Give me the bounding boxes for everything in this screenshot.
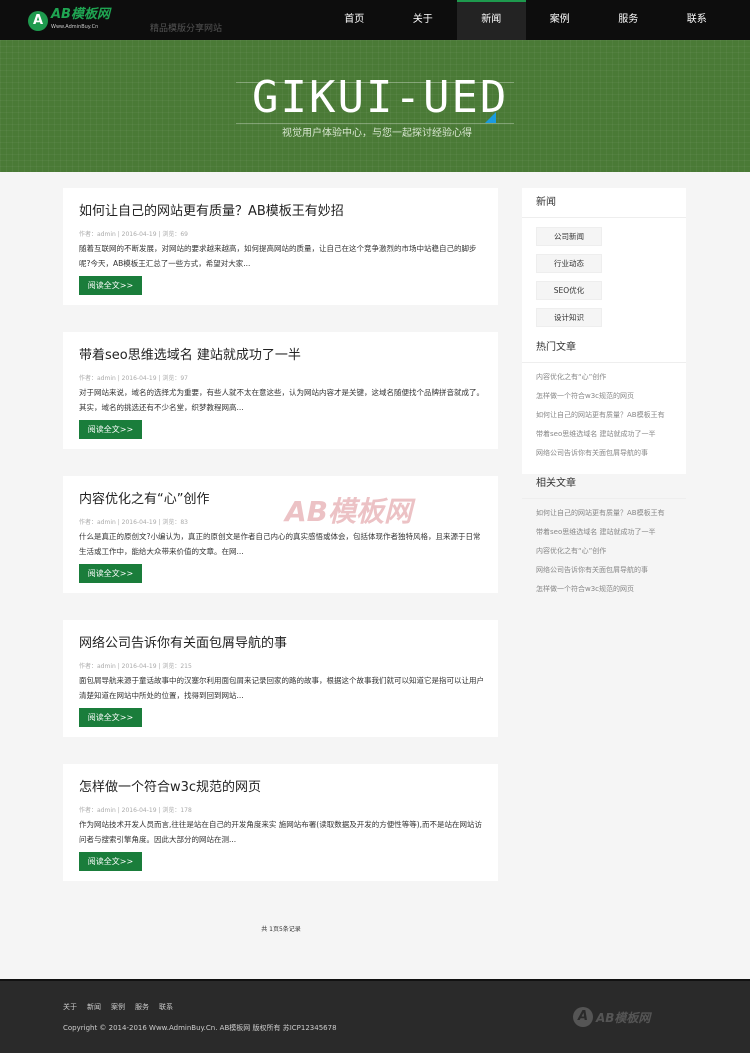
menu-news[interactable]: 新闻 — [457, 0, 526, 40]
copyright: Copyright © 2014-2016 Www.AdminBuy.Cn. A… — [63, 1024, 337, 1032]
tag-design[interactable]: 设计知识 — [536, 308, 602, 327]
post-title[interactable]: 网络公司告诉你有关面包屑导航的事 — [79, 632, 287, 651]
sidebar: 新闻 公司新闻 行业动态 SEO优化 设计知识 热门文章 内容优化之有“心”创作… — [522, 188, 686, 593]
footer-logo-text: AB模板网 — [596, 1010, 651, 1025]
banner: GIKUI-UED 视觉用户体验中心，与您一起探讨经验心得 — [0, 40, 750, 172]
post-card: 如何让自己的网站更有质量？AB模板王有妙招 作者：admin | 2016-04… — [63, 188, 498, 305]
read-more-button[interactable]: 阅读全文>> — [79, 564, 142, 583]
related-article-link[interactable]: 如何让自己的网站更有质量？AB模板王有 — [536, 504, 686, 523]
footer: 关于 新闻 案例 服务 联系 Copyright © 2014-2016 Www… — [0, 979, 750, 1053]
related-article-link[interactable]: 网络公司告诉你有关面包屑导航的事 — [536, 561, 686, 580]
related-article-link[interactable]: 怎样做一个符合w3c规范的网页 — [536, 580, 686, 599]
related-article-link[interactable]: 内容优化之有“心”创作 — [536, 542, 686, 561]
post-card: 带着seo思维选域名 建站就成功了一半 作者：admin | 2016-04-1… — [63, 332, 498, 449]
hot-articles-list: 内容优化之有“心”创作 怎样做一个符合w3c规范的网页 如何让自己的网站更有质量… — [522, 363, 686, 463]
main-menu: 首页 关于 新闻 案例 服务 联系 — [320, 0, 731, 40]
menu-cases[interactable]: 案例 — [526, 0, 595, 40]
banner-triangle-icon — [485, 112, 496, 123]
hot-article-link[interactable]: 如何让自己的网站更有质量？AB模板王有 — [536, 406, 686, 425]
banner-subtitle: 视觉用户体验中心，与您一起探讨经验心得 — [282, 128, 472, 139]
footer-link-services[interactable]: 服务 — [135, 1002, 149, 1012]
footer-links: 关于 新闻 案例 服务 联系 — [63, 1002, 173, 1012]
related-article-link[interactable]: 带着seo思维选域名 建站就成功了一半 — [536, 523, 686, 542]
post-card: 内容优化之有“心”创作 作者：admin | 2016-04-19 | 浏览：8… — [63, 476, 498, 593]
logo-icon: A — [28, 11, 48, 31]
related-articles-title: 相关文章 — [522, 469, 686, 499]
post-excerpt: 什么是真正的原创文?小编认为，真正的原创文是作者自己内心的真实感悟或体会，包括体… — [79, 532, 481, 556]
read-more-button[interactable]: 阅读全文>> — [79, 276, 142, 295]
menu-about[interactable]: 关于 — [389, 0, 458, 40]
post-title[interactable]: 内容优化之有“心”创作 — [79, 488, 209, 507]
site-logo[interactable]: A AB模板网 Www.AdminBuy.Cn — [28, 7, 110, 33]
tag-seo[interactable]: SEO优化 — [536, 281, 602, 300]
hot-articles-title: 热门文章 — [522, 333, 686, 363]
news-categories: 公司新闻 行业动态 SEO优化 设计知识 — [522, 218, 686, 333]
read-more-button[interactable]: 阅读全文>> — [79, 852, 142, 871]
post-title[interactable]: 带着seo思维选域名 建站就成功了一半 — [79, 344, 301, 363]
post-title[interactable]: 如何让自己的网站更有质量？AB模板王有妙招 — [79, 200, 344, 219]
post-excerpt: 对于网站来说，域名的选择尤为重要，有些人就不太在意这些，认为网站内容才是关键，这… — [79, 388, 484, 412]
hot-article-link[interactable]: 带着seo思维选域名 建站就成功了一半 — [536, 425, 686, 444]
banner-title: GIKUI-UED — [252, 72, 509, 123]
post-excerpt: 面包屑导航来源于童话故事中的汉塞尔利用面包屑来记录回家的路的故事，根据这个故事我… — [79, 676, 484, 700]
hot-article-link[interactable]: 怎样做一个符合w3c规范的网页 — [536, 387, 686, 406]
watermark: AB模板网 — [285, 495, 413, 528]
slogan: 精品模版分享网站 — [150, 24, 223, 34]
post-excerpt: 随着互联网的不断发展，对网站的要求越来越高，如何提高网站的质量，让自己在这个竞争… — [79, 244, 477, 268]
logo-icon: A — [573, 1007, 593, 1027]
read-more-button[interactable]: 阅读全文>> — [79, 708, 142, 727]
post-meta: 作者：admin | 2016-04-19 | 浏览：97 — [79, 375, 188, 382]
footer-logo: A AB模板网 — [573, 1007, 650, 1027]
related-articles-list: 如何让自己的网站更有质量？AB模板王有 带着seo思维选域名 建站就成功了一半 … — [522, 499, 686, 599]
menu-home[interactable]: 首页 — [320, 0, 389, 40]
sidebar-news-title: 新闻 — [522, 188, 686, 218]
footer-link-about[interactable]: 关于 — [63, 1002, 77, 1012]
menu-services[interactable]: 服务 — [594, 0, 663, 40]
top-nav: A AB模板网 Www.AdminBuy.Cn 精品模版分享网站 首页 关于 新闻… — [0, 0, 750, 40]
post-meta: 作者：admin | 2016-04-19 | 浏览：69 — [79, 231, 188, 238]
post-card: 网络公司告诉你有关面包屑导航的事 作者：admin | 2016-04-19 |… — [63, 620, 498, 737]
post-meta: 作者：admin | 2016-04-19 | 浏览：178 — [79, 807, 192, 814]
footer-link-contact[interactable]: 联系 — [159, 1002, 173, 1012]
menu-contact[interactable]: 联系 — [663, 0, 732, 40]
logo-text: AB模板网 — [51, 7, 110, 22]
hot-article-link[interactable]: 内容优化之有“心”创作 — [536, 368, 686, 387]
read-more-button[interactable]: 阅读全文>> — [79, 420, 142, 439]
tag-company-news[interactable]: 公司新闻 — [536, 227, 602, 246]
post-excerpt: 作为网站技术开发人员而言,往往是站在自己的开发角度来实 施网站布署(读取数据及开… — [79, 820, 483, 844]
post-title[interactable]: 怎样做一个符合w3c规范的网页 — [79, 776, 261, 795]
footer-link-cases[interactable]: 案例 — [111, 1002, 125, 1012]
post-meta: 作者：admin | 2016-04-19 | 浏览：83 — [79, 519, 188, 526]
pagination-info: 共 1页5条记录 — [261, 926, 301, 933]
hot-article-link[interactable]: 网络公司告诉你有关面包屑导航的事 — [536, 444, 686, 463]
tag-industry[interactable]: 行业动态 — [536, 254, 602, 273]
post-card: 怎样做一个符合w3c规范的网页 作者：admin | 2016-04-19 | … — [63, 764, 498, 881]
footer-link-news[interactable]: 新闻 — [87, 1002, 101, 1012]
post-meta: 作者：admin | 2016-04-19 | 浏览：215 — [79, 663, 192, 670]
logo-sub: Www.AdminBuy.Cn — [51, 24, 99, 30]
